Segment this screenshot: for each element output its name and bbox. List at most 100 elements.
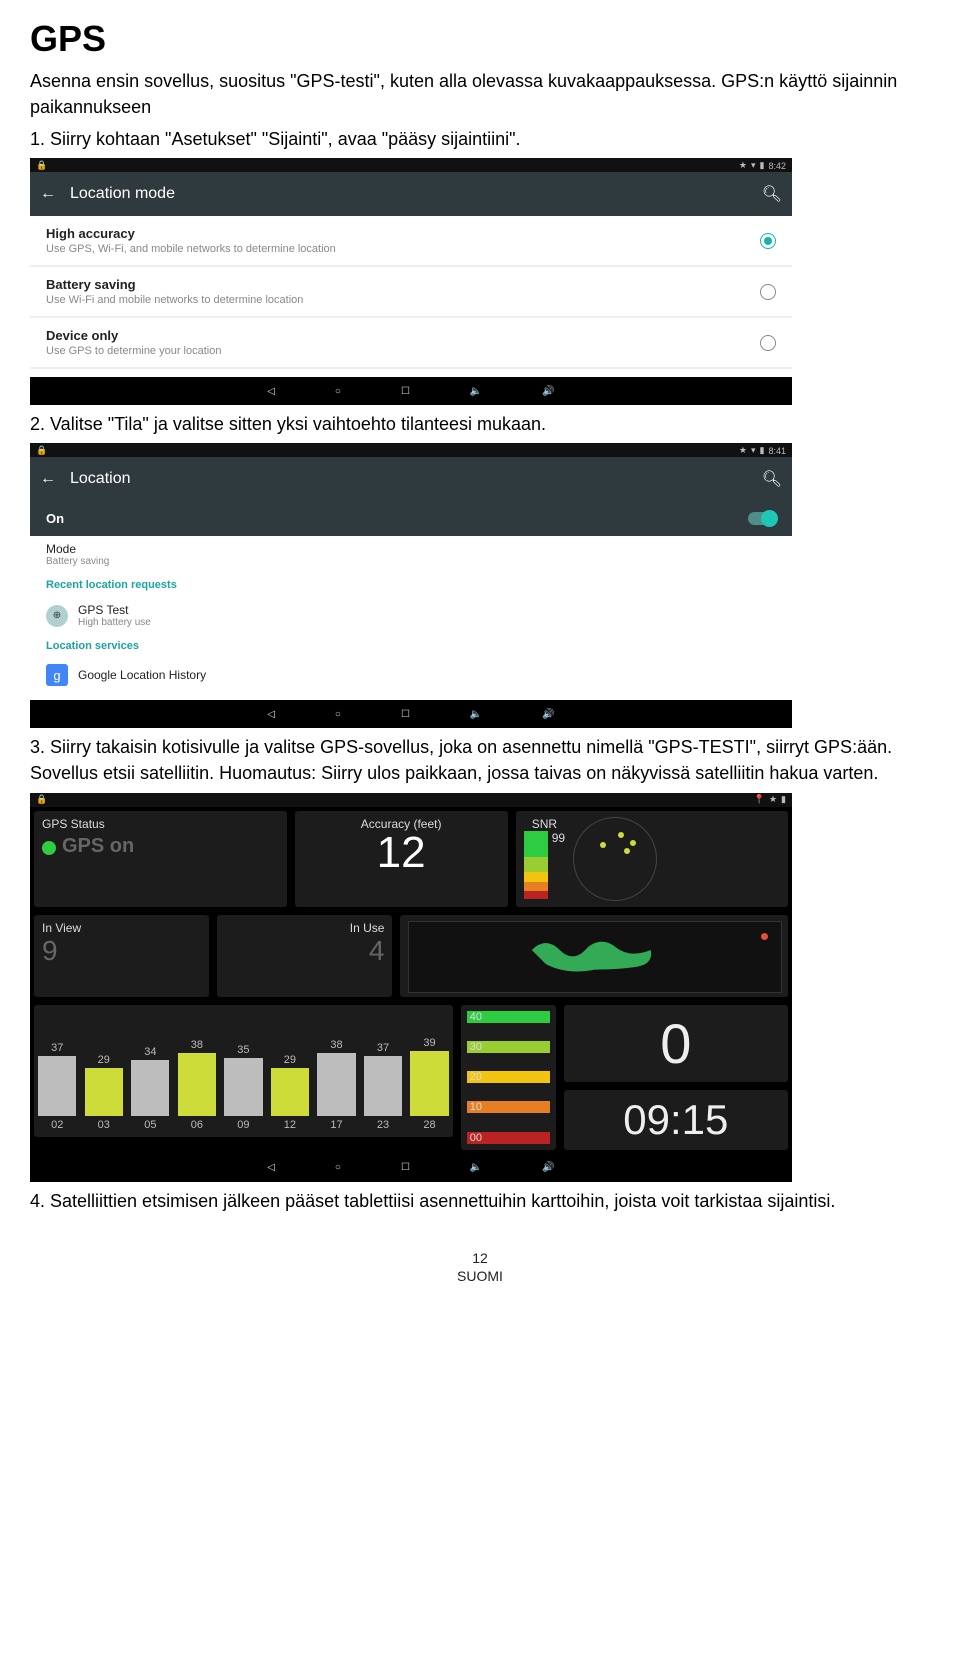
screen-title: Location mode: [70, 185, 748, 203]
satellite-bar: 2903: [83, 1054, 126, 1131]
option-subtitle: Use GPS, Wi-Fi, and mobile networks to d…: [46, 243, 336, 255]
scale-00: 00: [467, 1132, 550, 1144]
world-map-tile: [400, 915, 788, 997]
page-title: GPS: [30, 18, 930, 60]
location-icon: 📍: [754, 794, 765, 805]
recent-nav-icon[interactable]: ☐: [401, 709, 410, 720]
option-title: Device only: [46, 328, 221, 343]
scale-30: 30: [467, 1041, 550, 1053]
lock-icon: 🔒: [36, 160, 47, 171]
vol-down-icon[interactable]: 🔈: [470, 1162, 482, 1173]
bar-fill: [317, 1053, 355, 1116]
home-nav-icon[interactable]: ○: [335, 386, 341, 397]
satellite-bar-chart: 370229033405380635092912381737233928: [34, 1005, 453, 1137]
recent-nav-icon[interactable]: ☐: [401, 386, 410, 397]
in-use-label: In Use: [225, 921, 384, 935]
bar-id: 09: [237, 1119, 249, 1131]
in-view-label: In View: [42, 921, 201, 935]
satellite-bar: 35 09: [222, 1044, 265, 1131]
lock-icon: 🔒: [36, 794, 47, 805]
snr-top-value: 99: [552, 831, 565, 845]
step-2: 2. Valitse "Tila" ja valitse sitten yksi…: [30, 411, 930, 437]
mode-title: Mode: [46, 542, 109, 556]
radio-icon[interactable]: [760, 335, 776, 351]
satellite-bar: 3806: [176, 1039, 219, 1131]
step-3: 3. Siirry takaisin kotisivulle ja valits…: [30, 734, 930, 786]
back-nav-icon[interactable]: ◁: [267, 386, 275, 397]
vol-up-icon[interactable]: 🔊: [542, 709, 554, 720]
search-icon[interactable]: 🔍︎: [762, 184, 782, 204]
lock-icon: 🔒: [36, 445, 47, 456]
location-services-label: Location services: [30, 634, 792, 658]
bar-id: 23: [377, 1119, 389, 1131]
screenshot-location: 🔒 ★▾▮8:41 ← Location 🔍︎ On ModeBattery s…: [30, 443, 792, 728]
back-icon[interactable]: ←: [40, 470, 56, 488]
step-4: 4. Satelliittien etsimisen jälkeen pääse…: [30, 1188, 930, 1214]
location-mode-option[interactable]: High accuracyUse GPS, Wi-Fi, and mobile …: [30, 216, 792, 267]
recent-app-subtitle: High battery use: [78, 617, 151, 628]
location-mode-option[interactable]: Device only Use GPS to determine your loc…: [30, 318, 792, 369]
bar-id: 17: [330, 1119, 342, 1131]
service-row[interactable]: g Google Location History: [30, 658, 792, 692]
toggle-label: On: [46, 511, 64, 526]
back-icon[interactable]: ←: [40, 185, 56, 203]
accuracy-tile: Accuracy (feet) 12: [295, 811, 508, 907]
clock-tile: 09:15: [564, 1090, 788, 1150]
map-location-dot: [761, 933, 768, 940]
in-use-tile: In Use 4: [217, 915, 392, 997]
gps-test-icon: ⊕: [46, 605, 68, 627]
snr-bar: [524, 831, 548, 899]
scale-20: 20: [467, 1071, 550, 1083]
google-icon: g: [46, 664, 68, 686]
bar-fill: [85, 1068, 123, 1116]
home-nav-icon[interactable]: ○: [335, 709, 341, 720]
snr-tile: SNR 99: [516, 811, 788, 907]
vol-up-icon[interactable]: 🔊: [542, 386, 554, 397]
option-title: Battery saving: [46, 277, 303, 292]
search-icon[interactable]: 🔍︎: [762, 469, 782, 489]
snr-scale: 40 30 20 10 00: [461, 1005, 556, 1150]
android-nav-bar: ◁ ○ ☐ 🔈 🔊: [30, 1154, 792, 1182]
bar-id: 06: [191, 1119, 203, 1131]
android-status-bar: 🔒 📍★▮: [30, 793, 792, 807]
bar-value: 29: [284, 1054, 296, 1066]
scale-10: 10: [467, 1101, 550, 1113]
speed-tile: 0: [564, 1005, 788, 1082]
screen-title: Location: [70, 470, 748, 488]
status-time: 8:42: [768, 161, 786, 171]
toggle-row[interactable]: On: [30, 501, 792, 536]
back-nav-icon[interactable]: ◁: [267, 1162, 275, 1173]
bar-fill: [364, 1056, 402, 1116]
bar-fill: [224, 1058, 262, 1116]
service-title: Google Location History: [78, 668, 206, 682]
mode-subtitle: Battery saving: [46, 556, 109, 567]
location-toggle[interactable]: [748, 512, 776, 525]
intro-text: Asenna ensin sovellus, suositus "GPS-tes…: [30, 68, 930, 120]
android-status-bar: 🔒 ★▾▮8:42: [30, 158, 792, 172]
world-map: [408, 921, 782, 993]
back-nav-icon[interactable]: ◁: [267, 709, 275, 720]
bar-id: 02: [51, 1119, 63, 1131]
satellite-bar: 3817: [315, 1039, 358, 1131]
option-subtitle: Use GPS to determine your location: [46, 345, 221, 357]
bar-value: 35: [237, 1044, 249, 1056]
option-subtitle: Use Wi-Fi and mobile networks to determi…: [46, 294, 303, 306]
android-status-bar: 🔒 ★▾▮8:41: [30, 443, 792, 457]
satellite-bar: 3723: [362, 1042, 405, 1131]
scale-40: 40: [467, 1011, 550, 1023]
clock-value: 09:15: [623, 1096, 728, 1144]
vol-down-icon[interactable]: 🔈: [470, 386, 482, 397]
radio-icon[interactable]: [760, 284, 776, 300]
location-mode-option[interactable]: Battery saving Use Wi-Fi and mobile netwo…: [30, 267, 792, 318]
home-nav-icon[interactable]: ○: [335, 1162, 341, 1173]
android-nav-bar: ◁ ○ ☐ 🔈 🔊: [30, 700, 792, 728]
vol-down-icon[interactable]: 🔈: [470, 709, 482, 720]
bar-fill: [131, 1060, 169, 1116]
radio-icon[interactable]: [760, 233, 776, 249]
page-number: 12: [30, 1250, 930, 1266]
mode-row[interactable]: ModeBattery saving: [30, 536, 792, 573]
screenshot-gps-test: 🔒 📍★▮ GPS Status GPS on Accuracy (feet) …: [30, 793, 792, 1182]
recent-nav-icon[interactable]: ☐: [401, 1162, 410, 1173]
vol-up-icon[interactable]: 🔊: [542, 1162, 554, 1173]
recent-app-row[interactable]: ⊕ GPS TestHigh battery use: [30, 597, 792, 634]
